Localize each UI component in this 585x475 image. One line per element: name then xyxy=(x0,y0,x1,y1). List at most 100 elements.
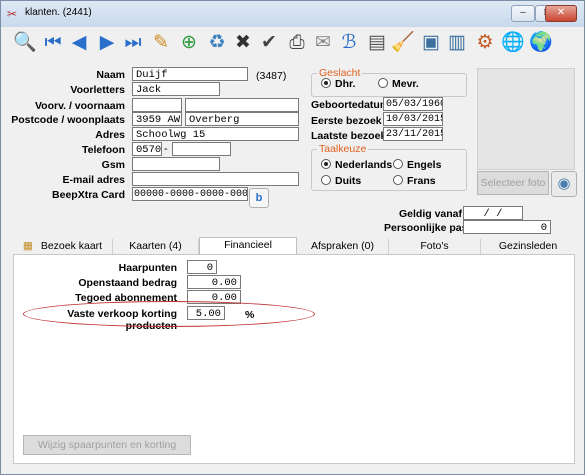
voornaam-field[interactable] xyxy=(185,98,299,112)
highlight-ellipse xyxy=(23,301,315,327)
geboortedatum-field[interactable]: 05/03/1960 xyxy=(383,97,443,111)
openstaand-label: Openstaand bedrag xyxy=(78,277,177,289)
radio-frans-label: Frans xyxy=(407,175,436,187)
toolbar: 🔍 ⏮ ◀ ▶ ⏭ ✎ ⊕ ♻ ✖ ✔ ⎙ ✉ ℬ ▤ 🧹 ▣ ▥ ⚙ 🌐 🌍 xyxy=(9,29,579,59)
geldig-vanaf-field[interactable]: / / xyxy=(463,206,523,220)
postcode-label: Postcode / woonplaats xyxy=(11,114,125,126)
radio-mevr[interactable]: Mevr. xyxy=(378,78,419,90)
email-icon[interactable]: ✉ xyxy=(311,31,335,55)
tab-bezoek-kaart-label: Bezoek kaart xyxy=(40,240,103,252)
first-record-icon[interactable]: ⏮ xyxy=(41,31,65,55)
persoonlijke-pas-label: Persoonlijke pas xyxy=(384,222,468,234)
radio-duits[interactable]: Duits xyxy=(321,175,361,187)
beepxtra-icon: b xyxy=(255,192,263,204)
tab-fotos[interactable]: Foto's xyxy=(389,239,481,254)
broom-icon[interactable]: 🧹 xyxy=(391,31,415,55)
print-icon[interactable]: ⎙ xyxy=(285,31,309,55)
webcam-button[interactable]: ◉ xyxy=(551,171,577,197)
last-record-icon[interactable]: ⏭ xyxy=(121,31,145,55)
tab-kaarten[interactable]: Kaarten (4) xyxy=(113,239,199,254)
naam-field[interactable]: Duijf xyxy=(132,67,248,81)
woonplaats-field[interactable]: Overberg xyxy=(185,112,299,126)
webcam-icon: ◉ xyxy=(557,175,571,192)
new-record-icon[interactable]: ⊕ xyxy=(177,31,201,55)
customer-window: ✂ klanten. (2441) – □ ✕ 🔍 ⏮ ◀ ▶ ⏭ ✎ ⊕ ♻ … xyxy=(0,0,585,475)
adres-label: Adres xyxy=(95,129,125,141)
radio-duits-indicator xyxy=(321,175,331,185)
geboortedatum-label: Geboortedatum xyxy=(311,99,390,111)
wijzig-spaarpunten-button[interactable]: Wijzig spaarpunten en korting xyxy=(23,435,191,455)
laatste-bezoek-label: Laatste bezoek xyxy=(311,130,387,142)
taalkeuze-title: Taalkeuze xyxy=(317,143,369,155)
gsm-label: Gsm xyxy=(101,159,125,171)
previous-record-icon[interactable]: ◀ xyxy=(67,31,91,55)
telefoon-label: Telefoon xyxy=(82,144,125,156)
tab-financieel[interactable]: Financieel xyxy=(199,237,297,254)
geldig-vanaf-label: Geldig vanaf xyxy=(399,208,463,220)
title-bar: ✂ klanten. (2441) – □ ✕ xyxy=(1,1,584,27)
persoonlijke-pas-field[interactable]: 0 xyxy=(463,220,551,234)
recycle-bin-icon[interactable]: ♻ xyxy=(205,31,229,55)
radio-frans[interactable]: Frans xyxy=(393,175,436,187)
photo-area xyxy=(477,68,575,170)
eerste-bezoek-field[interactable]: 10/03/2015 xyxy=(383,112,443,126)
tab-bar: ▦ Bezoek kaart Kaarten (4) Financieel Afs… xyxy=(13,237,575,254)
customer-id: (3487) xyxy=(256,70,287,82)
select-photo-button[interactable]: Selecteer foto xyxy=(477,171,549,195)
next-record-icon[interactable]: ▶ xyxy=(95,31,119,55)
voorvoegsel-field[interactable] xyxy=(132,98,182,112)
globe-icon[interactable]: 🌍 xyxy=(529,31,553,55)
delete-icon[interactable]: ✖ xyxy=(231,31,255,55)
gsm-field[interactable] xyxy=(132,157,220,171)
postcode-field[interactable]: 3959 AW xyxy=(132,112,182,126)
beepxtra-icon[interactable]: ℬ xyxy=(337,31,361,55)
radio-engels-label: Engels xyxy=(407,159,442,171)
radio-mevr-indicator xyxy=(378,78,388,88)
radio-duits-label: Duits xyxy=(335,175,362,187)
window-title: klanten. (2441) xyxy=(25,7,92,18)
tab-bezoek-kaart[interactable]: ▦ Bezoek kaart xyxy=(13,239,113,254)
haarpunten-label: Haarpunten xyxy=(118,262,177,274)
beepxtra-field[interactable]: 00000-0000-0000-0000 xyxy=(132,187,248,201)
id-card-icon[interactable]: ▣ xyxy=(419,31,443,55)
radio-dhr-label: Dhr. xyxy=(335,78,356,90)
email-label: E-mail adres xyxy=(62,174,125,186)
radio-engels[interactable]: Engels xyxy=(393,159,441,171)
card-icon: ▦ xyxy=(22,240,33,252)
edit-icon[interactable]: ✎ xyxy=(149,31,173,55)
radio-nederlands-label: Nederlands xyxy=(335,159,393,171)
globe-icon[interactable]: 🌐 xyxy=(501,31,525,55)
beepxtra-button[interactable]: b xyxy=(249,188,269,208)
radio-nederlands-indicator xyxy=(321,159,331,169)
telefoon-prefix-field[interactable]: 0570 xyxy=(132,142,162,156)
minimize-button[interactable]: – xyxy=(511,5,535,22)
voorletters-field[interactable]: Jack xyxy=(132,82,220,96)
email-field[interactable] xyxy=(132,172,299,186)
voorletters-label: Voorletters xyxy=(70,84,125,96)
close-button[interactable]: ✕ xyxy=(545,5,577,22)
radio-mevr-label: Mevr. xyxy=(392,78,419,90)
beepxtra-label: BeepXtra Card xyxy=(52,189,125,201)
tab-gezinsleden[interactable]: Gezinsleden xyxy=(481,239,575,254)
settings-icon[interactable]: ⚙ xyxy=(473,31,497,55)
app-icon: ✂ xyxy=(7,7,18,21)
telefoon-field[interactable] xyxy=(172,142,231,156)
telefoon-separator: - xyxy=(164,143,168,155)
confirm-icon[interactable]: ✔ xyxy=(257,31,281,55)
tab-afspraken[interactable]: Afspraken (0) xyxy=(297,239,389,254)
adres-field[interactable]: Schoolwg 15 xyxy=(132,127,299,141)
naam-label: Naam xyxy=(96,69,125,81)
voorvoornaam-label: Voorv. / voornaam xyxy=(34,100,125,112)
radio-dhr[interactable]: Dhr. xyxy=(321,78,355,90)
search-icon[interactable]: 🔍 xyxy=(13,31,37,55)
newspaper-icon[interactable]: ▤ xyxy=(365,31,389,55)
laatste-bezoek-field[interactable]: 23/11/2015 xyxy=(383,127,443,141)
haarpunten-field[interactable]: 0 xyxy=(187,260,217,274)
openstaand-field[interactable]: 0.00 xyxy=(187,275,241,289)
report-icon[interactable]: ▥ xyxy=(445,31,469,55)
eerste-bezoek-label: Eerste bezoek xyxy=(311,115,382,127)
radio-frans-indicator xyxy=(393,175,403,185)
radio-engels-indicator xyxy=(393,159,403,169)
radio-nederlands[interactable]: Nederlands xyxy=(321,159,392,171)
radio-dhr-indicator xyxy=(321,78,331,88)
